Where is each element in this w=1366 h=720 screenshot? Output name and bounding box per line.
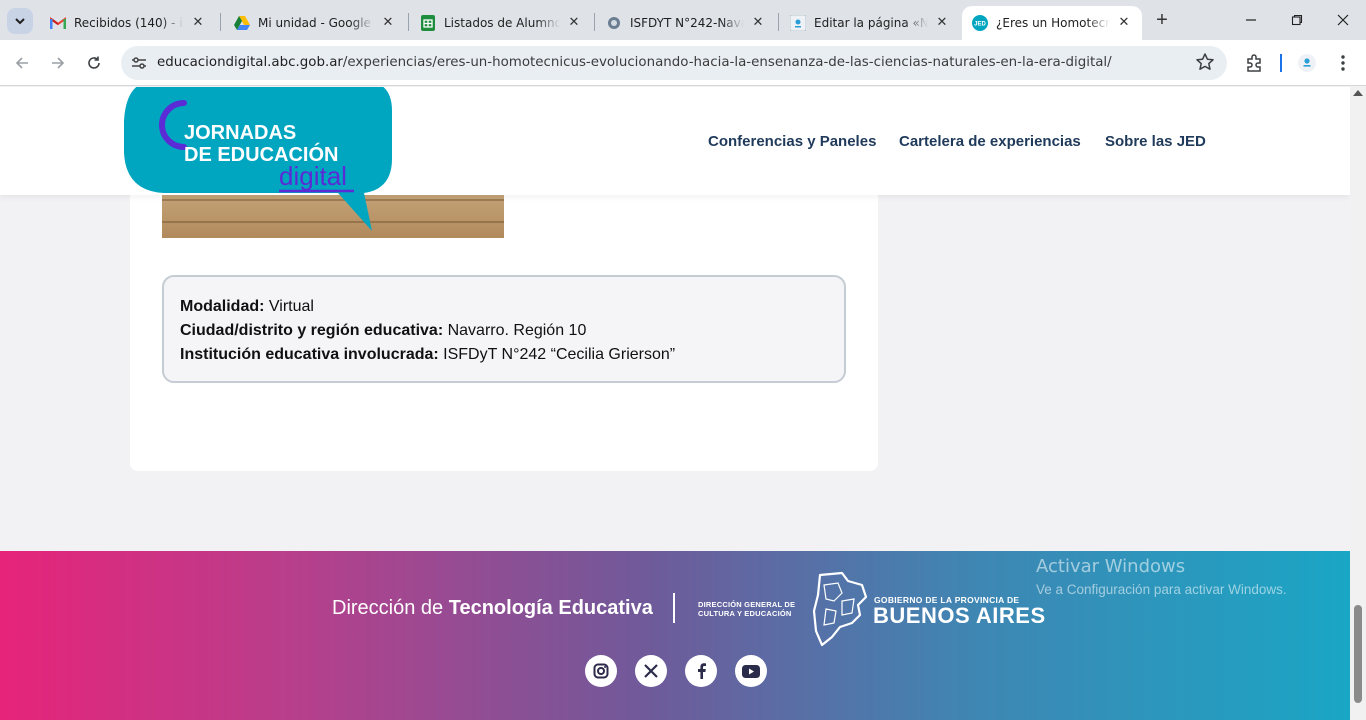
jed-icon: JED bbox=[972, 15, 988, 31]
buenos-aires-map-icon bbox=[812, 571, 868, 647]
google-sheets-icon bbox=[420, 15, 436, 31]
browser-tab-strip: Recibidos (140) - isfdyt242navarro@... ✕… bbox=[0, 0, 1366, 40]
reload-icon bbox=[88, 56, 100, 69]
close-icon[interactable]: ✕ bbox=[934, 15, 950, 31]
menu-button[interactable] bbox=[1332, 52, 1354, 74]
tab-separator bbox=[408, 13, 409, 31]
abc-icon bbox=[790, 15, 806, 31]
arrow-left-icon bbox=[15, 57, 28, 69]
page-scrollbar[interactable] bbox=[1350, 87, 1366, 720]
back-button[interactable] bbox=[9, 50, 35, 76]
institucion-label: Institución educativa involucrada: bbox=[180, 346, 439, 363]
close-icon[interactable]: ✕ bbox=[380, 15, 396, 31]
more-vertical-icon bbox=[1341, 55, 1345, 71]
browser-toolbar: educaciondigital.abc.gob.ar/experiencias… bbox=[0, 40, 1366, 86]
institucion-row: Institución educativa involucrada: ISFDy… bbox=[180, 343, 828, 367]
avatar-icon bbox=[1298, 54, 1316, 72]
dgce-line1: DIRECCIÓN GENERAL DE bbox=[698, 600, 796, 609]
svg-text:JED: JED bbox=[974, 22, 986, 28]
tab-title: ISFDYT N°242-Navarro bbox=[630, 16, 744, 30]
footer-ba-line[interactable]: BUENOS AIRES bbox=[873, 603, 1046, 629]
minimize-button[interactable] bbox=[1228, 6, 1274, 34]
footer-dte-logo[interactable]: Dirección de Tecnología Educativa bbox=[332, 597, 653, 620]
tab-title: Mi unidad - Google Drive bbox=[258, 16, 374, 30]
tab-title: Editar la página «NOTICIAS» bbox=[814, 16, 928, 30]
arrow-right-icon bbox=[52, 57, 65, 69]
page-viewport: Modalidad: Virtual Ciudad/distrito y reg… bbox=[0, 87, 1350, 720]
institucion-value: ISFDyT N°242 “Cecilia Grierson” bbox=[438, 346, 676, 363]
tab-title: ¿Eres un Homotecnicus? bbox=[996, 16, 1110, 30]
modalidad-row: Modalidad: Virtual bbox=[180, 295, 828, 319]
windows-activation-title: Activar Windows bbox=[1036, 556, 1186, 577]
tab-search-button[interactable] bbox=[7, 8, 33, 34]
tab-isfdyt[interactable]: ISFDYT N°242-Navarro ✕ bbox=[596, 6, 776, 40]
nav-cartelera[interactable]: Cartelera de experiencias bbox=[899, 133, 1081, 150]
extensions-button[interactable] bbox=[1243, 52, 1265, 74]
url-host: educaciondigital.abc.gob.ar bbox=[157, 55, 343, 70]
tab-gmail[interactable]: Recibidos (140) - isfdyt242navarro@... ✕ bbox=[40, 6, 216, 40]
isfd-icon bbox=[606, 15, 622, 31]
site-settings-icon[interactable] bbox=[129, 53, 149, 73]
url-path: /experiencias/eres-un-homotecnicus-evolu… bbox=[342, 55, 1112, 70]
footer-divider bbox=[673, 593, 675, 623]
ciudad-row: Ciudad/distrito y región educativa: Nava… bbox=[180, 319, 828, 343]
x-button[interactable] bbox=[635, 655, 667, 687]
ciudad-value: Navarro. Región 10 bbox=[443, 322, 587, 339]
nav-conferencias[interactable]: Conferencias y Paneles bbox=[708, 133, 876, 150]
experience-info-box: Modalidad: Virtual Ciudad/distrito y reg… bbox=[162, 275, 846, 383]
facebook-icon bbox=[698, 663, 706, 679]
restore-button[interactable] bbox=[1274, 6, 1320, 34]
new-tab-button[interactable]: + bbox=[1150, 8, 1174, 32]
tab-editar-pagina[interactable]: Editar la página «NOTICIAS» ✕ bbox=[780, 6, 960, 40]
minimize-icon bbox=[1246, 19, 1256, 21]
dgce-line2: CULTURA Y EDUCACIÓN bbox=[698, 609, 792, 618]
tab-separator bbox=[778, 13, 779, 31]
restore-icon bbox=[1291, 14, 1303, 26]
close-icon[interactable]: ✕ bbox=[566, 15, 582, 31]
instagram-button[interactable] bbox=[585, 655, 617, 687]
gmail-icon bbox=[50, 15, 66, 31]
tab-separator bbox=[594, 13, 595, 31]
google-drive-icon bbox=[234, 15, 250, 31]
toolbar-divider bbox=[1280, 54, 1282, 72]
footer-dgce-logo[interactable]: DIRECCIÓN GENERAL DE CULTURA Y EDUCACIÓN bbox=[698, 600, 795, 618]
tab-title: Listados de Alumnos bbox=[444, 16, 560, 30]
nav-sobre-jed[interactable]: Sobre las JED bbox=[1105, 133, 1206, 150]
forward-button[interactable] bbox=[45, 50, 71, 76]
close-icon bbox=[1337, 14, 1349, 26]
modalidad-label: Modalidad: bbox=[180, 298, 265, 315]
reload-button[interactable] bbox=[81, 50, 107, 76]
bookmark-star-icon[interactable] bbox=[1195, 52, 1215, 72]
profile-button[interactable] bbox=[1296, 52, 1318, 74]
url-text: educaciondigital.abc.gob.ar/experiencias… bbox=[157, 55, 1112, 70]
address-bar[interactable]: educaciondigital.abc.gob.ar/experiencias… bbox=[121, 46, 1227, 80]
site-header: JORNADAS DE EDUCACIÓN digital Conferenci… bbox=[0, 87, 1350, 231]
tab-google-drive[interactable]: Mi unidad - Google Drive ✕ bbox=[224, 6, 406, 40]
tab-separator bbox=[220, 13, 221, 31]
close-icon[interactable]: ✕ bbox=[1116, 15, 1132, 31]
youtube-icon bbox=[742, 664, 760, 678]
close-icon[interactable]: ✕ bbox=[750, 15, 766, 31]
tab-title: Recibidos (140) - isfdyt242navarro@... bbox=[74, 16, 184, 30]
logo-line1: JORNADAS bbox=[184, 122, 296, 144]
youtube-button[interactable] bbox=[735, 655, 767, 687]
close-icon[interactable]: ✕ bbox=[190, 15, 206, 31]
windows-activation-subtitle: Ve a Configuración para activar Windows. bbox=[1036, 582, 1287, 597]
ciudad-label: Ciudad/distrito y región educativa: bbox=[180, 322, 444, 339]
tab-sheets[interactable]: Listados de Alumnos ✕ bbox=[410, 6, 592, 40]
puzzle-icon bbox=[1247, 54, 1261, 72]
jed-logo[interactable]: JORNADAS DE EDUCACIÓN digital bbox=[124, 87, 394, 233]
dte-bold: Tecnología Educativa bbox=[448, 597, 653, 619]
tab-homotecnicus[interactable]: JED ¿Eres un Homotecnicus? ✕ bbox=[962, 6, 1142, 40]
dte-prefix: Dirección de bbox=[332, 597, 449, 619]
close-window-button[interactable] bbox=[1320, 6, 1366, 34]
instagram-icon bbox=[593, 663, 609, 679]
chevron-down-icon bbox=[15, 18, 25, 25]
x-icon bbox=[644, 664, 658, 678]
modalidad-value: Virtual bbox=[264, 298, 314, 315]
logo-line3: digital bbox=[279, 161, 347, 191]
scroll-up-arrow[interactable] bbox=[1353, 90, 1363, 96]
facebook-button[interactable] bbox=[685, 655, 717, 687]
scroll-thumb[interactable] bbox=[1354, 605, 1362, 703]
